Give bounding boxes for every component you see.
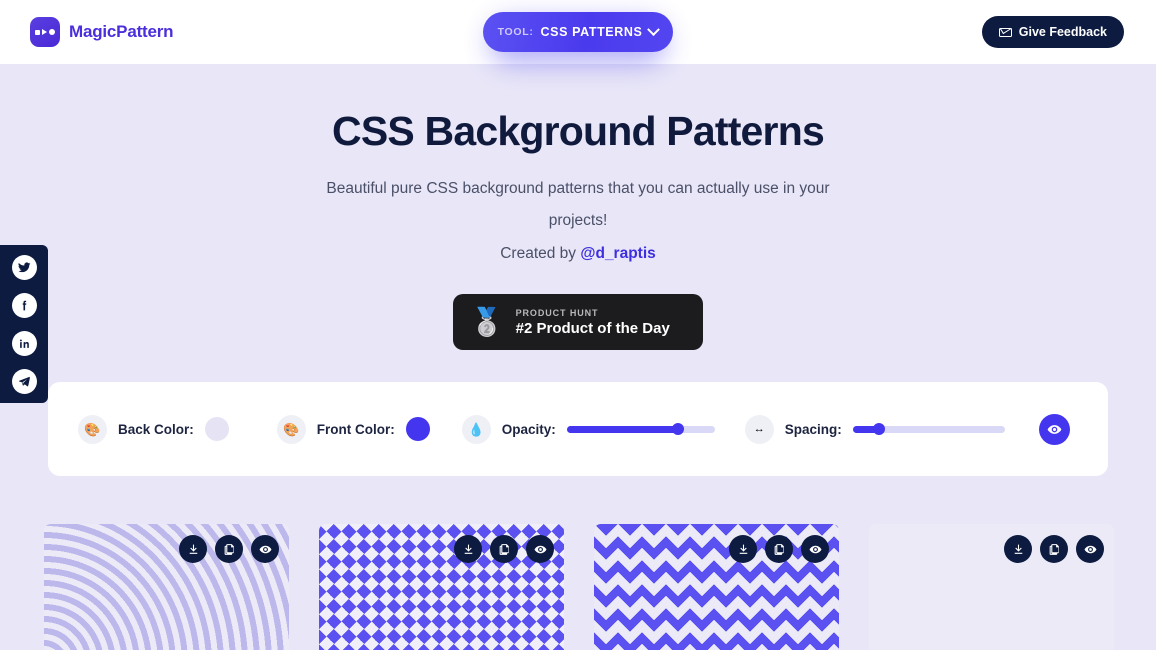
telegram-icon — [18, 376, 30, 386]
magicpattern-logo-icon — [30, 17, 60, 47]
download-button[interactable] — [729, 535, 757, 563]
share-linkedin-button[interactable] — [11, 330, 37, 356]
pattern-card-radial-waves[interactable] — [44, 524, 289, 650]
social-share-sidebar — [0, 245, 48, 403]
tool-selector-wrap: TOOL: CSS PATTERNS — [483, 12, 673, 64]
pattern-card-actions — [454, 535, 554, 563]
share-telegram-button[interactable] — [11, 368, 37, 394]
opacity-label: Opacity: — [501, 421, 556, 437]
spacing-control: ↔ Spacing: — [744, 414, 1005, 444]
droplet-icon[interactable]: 💧 — [461, 414, 491, 444]
copy-css-button[interactable] — [765, 535, 793, 563]
hero-section: CSS Background Patterns Beautiful pure C… — [0, 64, 1156, 350]
pattern-card-actions — [179, 535, 279, 563]
brand-logo[interactable]: MagicPattern — [30, 17, 174, 47]
top-header: MagicPattern TOOL: CSS PATTERNS Give Fee… — [0, 0, 1156, 64]
palette-icon[interactable]: 🎨 — [276, 414, 306, 444]
front-color-label: Front Color: — [316, 421, 395, 437]
share-facebook-button[interactable] — [11, 292, 37, 318]
opacity-slider-knob[interactable] — [671, 423, 684, 435]
horizontal-arrows-icon[interactable]: ↔ — [744, 414, 774, 444]
linkedin-icon — [19, 338, 29, 348]
back-color-control: 🎨 Back Color: — [78, 414, 229, 444]
preview-button[interactable] — [801, 535, 829, 563]
front-color-swatch[interactable] — [405, 417, 430, 441]
product-hunt-title: #2 Product of the Day — [515, 319, 670, 337]
page-title: CSS Background Patterns — [332, 108, 825, 154]
preview-button[interactable] — [1076, 535, 1104, 563]
copy-css-button[interactable] — [215, 535, 243, 563]
envelope-icon — [998, 27, 1012, 37]
pattern-card-diamond-grid[interactable] — [319, 524, 564, 650]
share-twitter-button[interactable] — [11, 254, 37, 280]
opacity-slider-fill — [566, 425, 678, 433]
tool-selector-prefix: TOOL: — [497, 26, 534, 38]
brand-name: MagicPattern — [69, 22, 174, 41]
chevron-down-icon — [647, 22, 661, 36]
give-feedback-label: Give Feedback — [1018, 25, 1107, 39]
controls-panel: 🎨 Back Color: 🎨 Front Color: 💧 Opacity: … — [48, 382, 1108, 476]
author-handle-link[interactable]: @d_raptis — [580, 245, 655, 262]
pattern-card-grid — [0, 524, 1156, 650]
eye-icon — [1047, 424, 1062, 434]
product-hunt-badge[interactable]: 🥈 PRODUCT HUNT #2 Product of the Day — [453, 294, 703, 350]
download-button[interactable] — [454, 535, 482, 563]
hero-credit-prefix: Created by — [500, 245, 581, 262]
copy-css-button[interactable] — [490, 535, 518, 563]
silver-medal-icon: 🥈 — [470, 306, 504, 337]
product-hunt-kicker: PRODUCT HUNT — [515, 307, 599, 318]
preview-button[interactable] — [526, 535, 554, 563]
download-button[interactable] — [1004, 535, 1032, 563]
page-root: MagicPattern TOOL: CSS PATTERNS Give Fee… — [0, 0, 1156, 650]
opacity-control: 💧 Opacity: — [461, 414, 715, 444]
pattern-card-herringbone[interactable] — [869, 524, 1114, 650]
palette-icon[interactable]: 🎨 — [78, 414, 107, 444]
download-button[interactable] — [179, 535, 207, 563]
preview-button[interactable] — [251, 535, 279, 563]
twitter-icon — [18, 261, 30, 272]
spacing-label: Spacing: — [784, 421, 842, 437]
opacity-slider[interactable] — [566, 423, 715, 435]
copy-css-button[interactable] — [1040, 535, 1068, 563]
preview-toggle-button[interactable] — [1038, 413, 1070, 445]
hero-credit: Created by @d_raptis — [0, 245, 1156, 263]
hero-subtitle: Beautiful pure CSS background patterns t… — [326, 180, 830, 229]
front-color-control: 🎨 Front Color: — [276, 414, 430, 444]
facebook-icon — [22, 300, 26, 310]
back-color-swatch[interactable] — [204, 417, 229, 441]
tool-selector-value: CSS PATTERNS — [540, 25, 643, 39]
back-color-label: Back Color: — [118, 421, 194, 437]
tool-selector-dropdown[interactable]: TOOL: CSS PATTERNS — [483, 12, 673, 52]
pattern-card-zigzag[interactable] — [594, 524, 839, 650]
spacing-slider-knob[interactable] — [872, 423, 885, 435]
spacing-slider[interactable] — [852, 423, 1005, 435]
pattern-card-actions — [729, 535, 829, 563]
give-feedback-button[interactable]: Give Feedback — [981, 16, 1124, 48]
pattern-card-actions — [1004, 535, 1104, 563]
